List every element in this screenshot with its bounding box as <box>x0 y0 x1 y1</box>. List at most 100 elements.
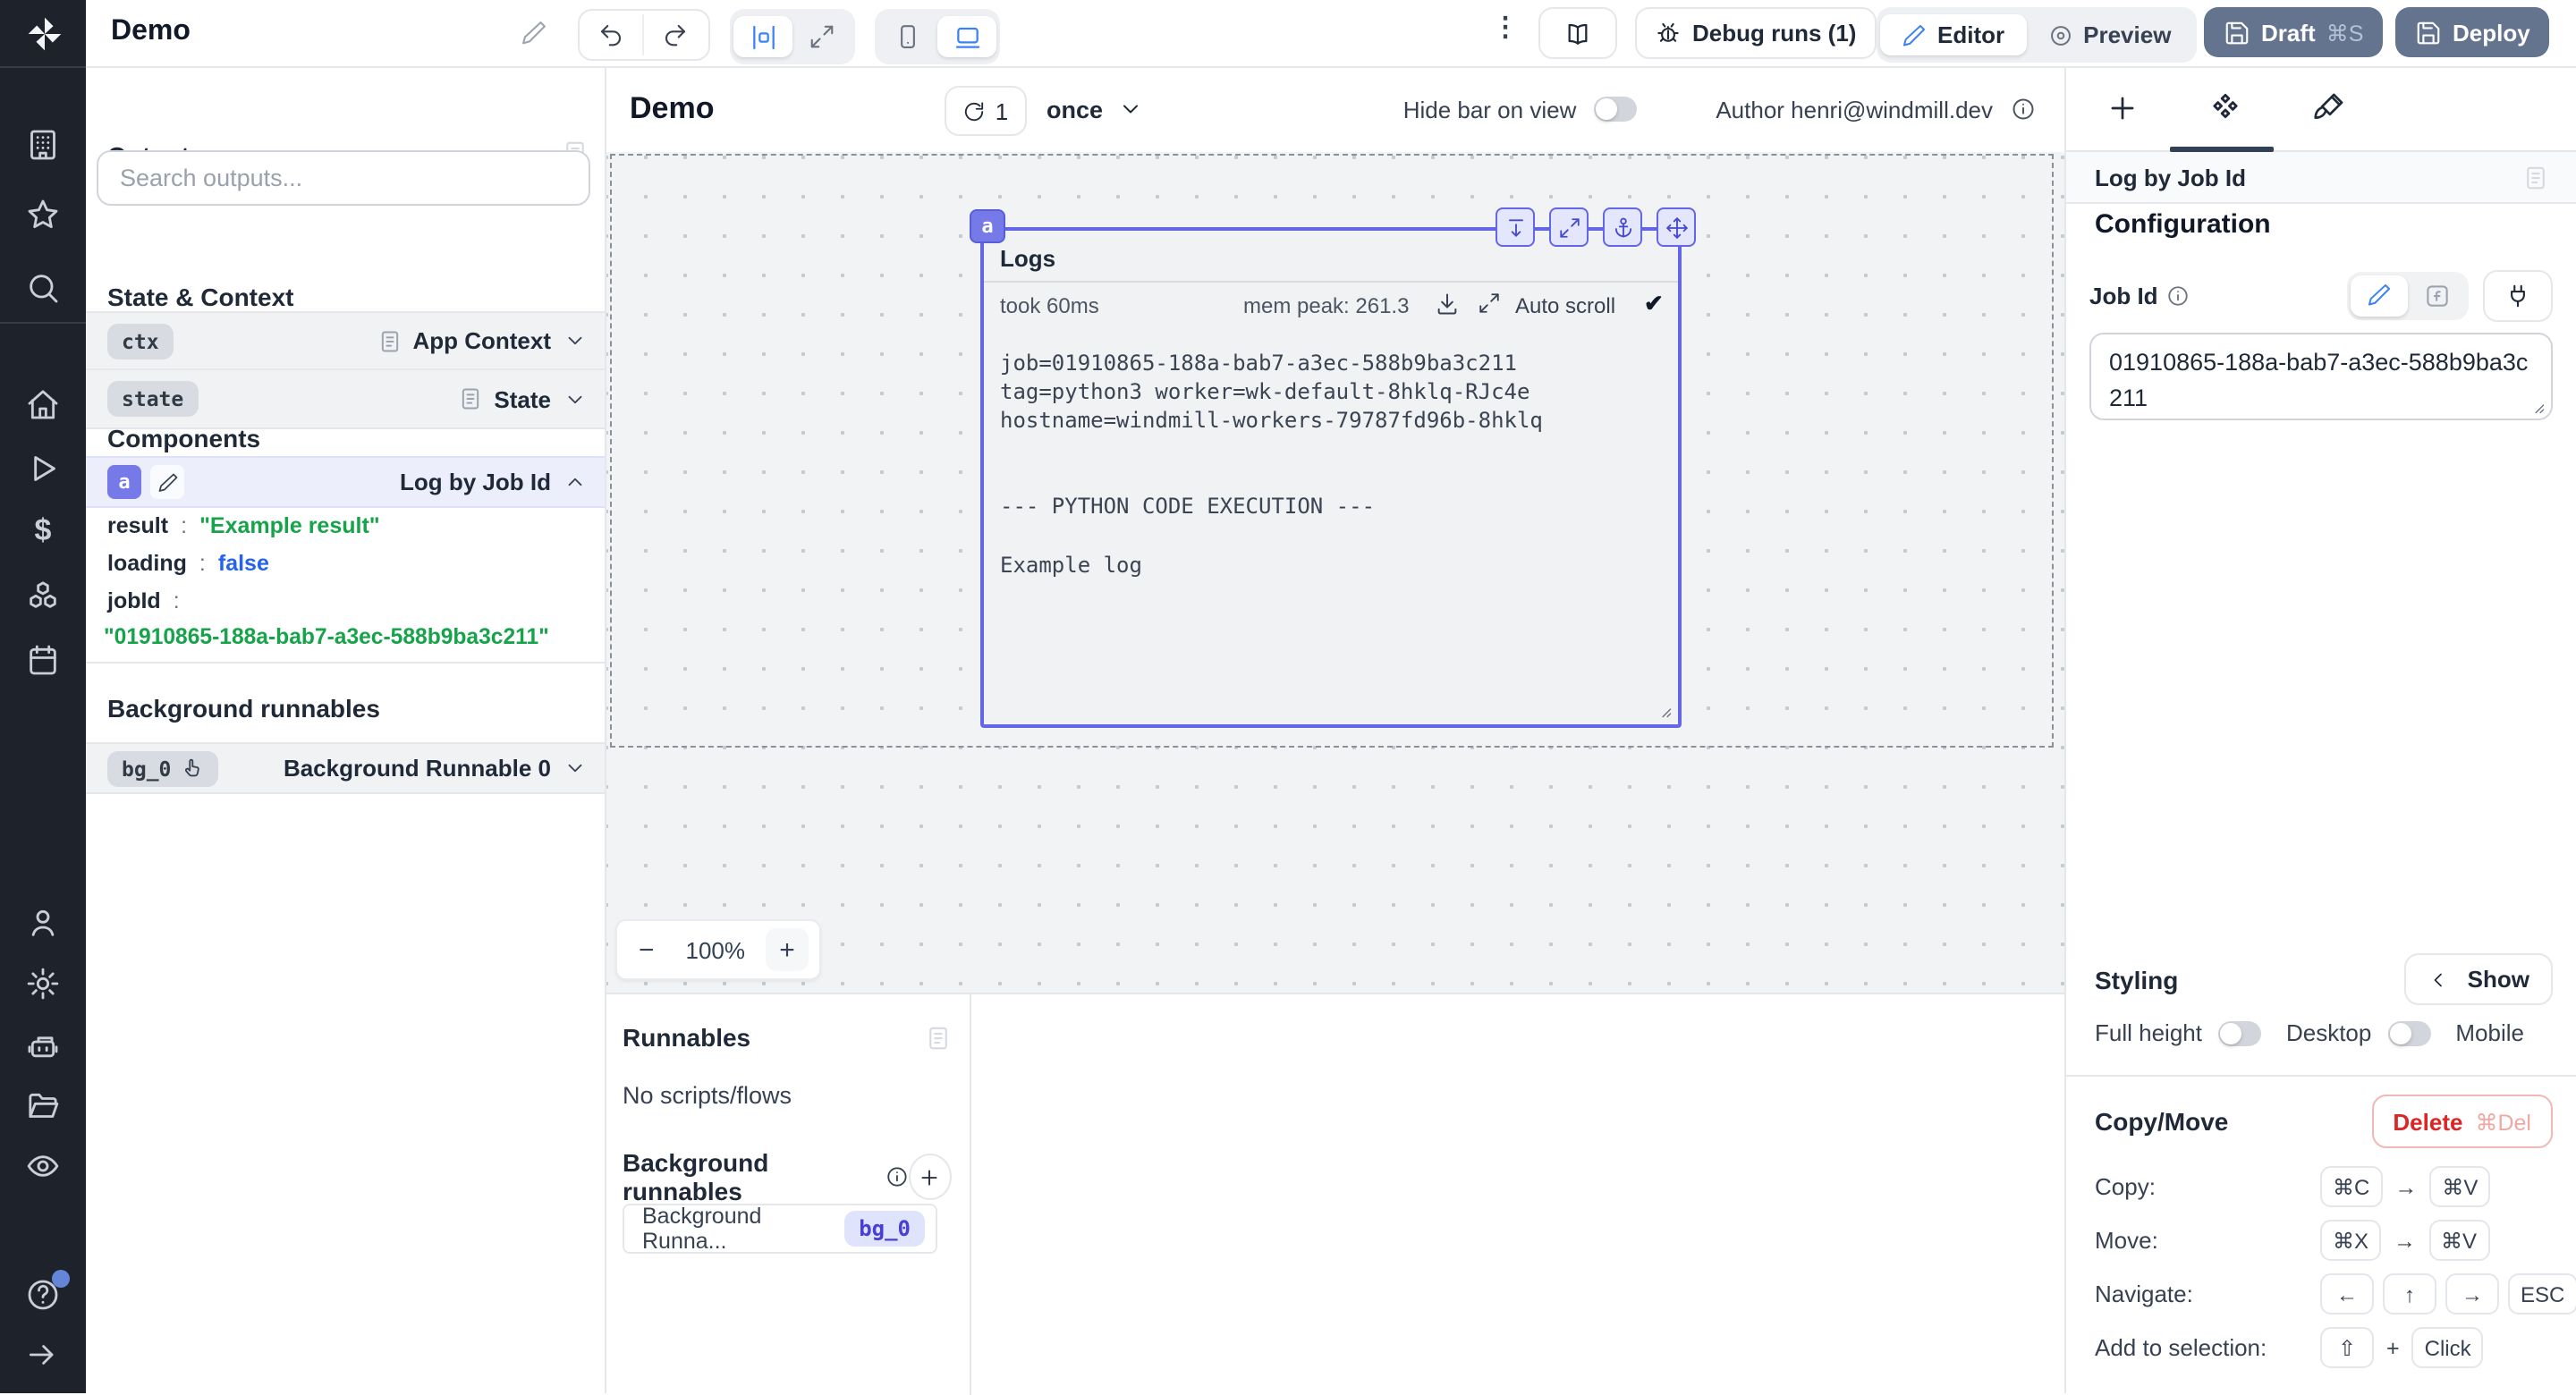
key-separator: → <box>2390 1228 2419 1253</box>
sidebar-item-workspace[interactable] <box>25 127 61 163</box>
draft-button[interactable]: Draft ⌘S <box>2204 7 2383 57</box>
sidebar-item-schedules[interactable] <box>25 642 61 678</box>
sidebar-item-users[interactable] <box>25 905 61 941</box>
refresh-button[interactable]: 1 <box>945 86 1027 136</box>
full-height-toggle[interactable] <box>2218 1020 2261 1045</box>
sidebar-item-audit-logs[interactable] <box>25 1148 61 1184</box>
search-outputs-input[interactable] <box>97 150 590 206</box>
mobile-view-button[interactable] <box>878 16 937 57</box>
value: "Example result" <box>199 513 380 538</box>
refresh-icon <box>963 99 987 123</box>
divider <box>984 281 1678 283</box>
download-logs-icon[interactable] <box>1435 292 1460 317</box>
divider <box>970 994 971 1395</box>
chevron-down-icon[interactable] <box>564 757 587 780</box>
colon: : <box>174 588 180 613</box>
refresh-count: 1 <box>996 97 1008 124</box>
output-loading[interactable]: loading : false <box>107 551 269 576</box>
info-icon[interactable] <box>886 1164 909 1189</box>
log-line <box>1000 464 1543 493</box>
tab-insert-component[interactable] <box>2106 91 2141 127</box>
refresh-mode-dropdown[interactable]: once <box>1046 86 1142 132</box>
background-runnable-item[interactable]: Background Runna... bg_0 <box>623 1204 937 1254</box>
docs-button[interactable] <box>1538 7 1617 59</box>
component-row-a[interactable]: a Log by Job Id <box>86 456 605 508</box>
chevron-down-icon[interactable] <box>564 329 587 352</box>
job-id-input[interactable]: 01910865-188a-bab7-a3ec-588b9ba3c211 <box>2089 333 2553 420</box>
tab-css-editor[interactable] <box>2311 91 2347 127</box>
help-button[interactable] <box>25 1277 61 1313</box>
sidebar-item-favorites[interactable] <box>25 197 61 232</box>
ctx-row[interactable]: ctx App Context <box>86 311 605 370</box>
expand-down-button[interactable] <box>1496 207 1535 247</box>
more-menu-button[interactable]: ⋮ <box>1492 11 1519 43</box>
doc-icon <box>458 386 483 411</box>
info-icon[interactable] <box>2011 97 2036 122</box>
sidebar-item-runs[interactable] <box>25 451 61 486</box>
editor-preview-toggle: Editor Preview <box>1877 7 2196 63</box>
log-lines: job=01910865-188a-bab7-a3ec-588b9ba3c211… <box>1000 349 1543 579</box>
fullscreen-layout-button[interactable] <box>792 16 852 57</box>
logs-component-title: Logs <box>1000 245 1055 272</box>
job-id-label: Job Id <box>2089 282 2158 309</box>
info-icon[interactable] <box>2167 283 2190 307</box>
zoom-in-button[interactable]: + <box>766 928 809 971</box>
show-styling-button[interactable]: Show <box>2405 953 2553 1005</box>
selected-component-badge[interactable]: a <box>970 209 1005 243</box>
background-runnables-title: Background runnables <box>107 694 380 723</box>
deploy-button[interactable]: Deploy <box>2395 7 2550 57</box>
move-component-button[interactable] <box>1657 207 1696 247</box>
static-input-button[interactable] <box>2351 275 2408 316</box>
output-jobid-value[interactable]: "01910865-188a-bab7-a3ec-588b9ba3c211" <box>104 624 549 649</box>
windmill-logo-icon[interactable] <box>25 14 61 50</box>
eval-input-button[interactable] <box>2408 275 2465 316</box>
doc-icon[interactable] <box>925 1024 952 1051</box>
auto-scroll-checkbox[interactable]: ✔ <box>1644 290 1664 318</box>
key: jobId <box>107 588 161 613</box>
sidebar-item-settings[interactable] <box>25 966 61 1002</box>
component-settings-panel: Log by Job Id Configuration Job Id 01910… <box>2064 66 2576 1393</box>
tab-component-settings[interactable] <box>2207 91 2243 127</box>
edit-title-pencil-icon[interactable] <box>521 20 547 46</box>
fullscreen-component-button[interactable] <box>1549 207 1589 247</box>
desktop-mobile-toggle[interactable] <box>2387 1020 2430 1045</box>
output-jobid[interactable]: jobId : <box>107 588 180 613</box>
desktop-view-button[interactable] <box>937 16 996 57</box>
sidebar-item-home[interactable] <box>25 386 61 422</box>
sidebar-item-folders[interactable] <box>25 1087 61 1123</box>
sidebar-item-workers[interactable] <box>25 1028 61 1064</box>
sidebar-item-variables[interactable]: $ <box>25 513 61 549</box>
logs-component[interactable]: Logs took 60ms mem peak: 261.3MB Auto sc… <box>980 227 1682 728</box>
tab-preview[interactable]: Preview <box>2026 14 2192 55</box>
app-canvas[interactable]: a Logs took 60ms mem peak: 261.3MB Auto … <box>605 152 2064 993</box>
debug-runs-button[interactable]: Debug runs (1) <box>1635 7 1876 59</box>
redo-button[interactable] <box>644 14 707 55</box>
anchor-component-button[interactable] <box>1603 207 1642 247</box>
rename-component-pencil-icon[interactable] <box>150 465 184 499</box>
output-result[interactable]: result : "Example result" <box>107 513 380 538</box>
resize-handle[interactable] <box>1655 701 1673 719</box>
add-background-runnable-button[interactable] <box>909 1154 952 1200</box>
expand-logs-icon[interactable] <box>1478 292 1501 315</box>
delete-component-button[interactable]: Delete ⌘Del <box>2371 1095 2553 1148</box>
doc-icon[interactable] <box>2522 164 2549 190</box>
settings-header-title: Log by Job Id <box>2095 164 2246 190</box>
key-separator: + <box>2383 1335 2403 1360</box>
expand-sidebar-button[interactable] <box>25 1338 61 1374</box>
state-row[interactable]: state State <box>86 370 605 429</box>
connect-input-button[interactable] <box>2483 269 2553 321</box>
zoom-out-button[interactable]: − <box>628 934 665 965</box>
copy-move-title: Copy/Move <box>2095 1107 2228 1136</box>
undo-button[interactable] <box>580 14 644 55</box>
tab-editor[interactable]: Editor <box>1880 14 2026 55</box>
centered-layout-button[interactable] <box>733 16 792 57</box>
resize-handle[interactable] <box>2528 397 2546 415</box>
chevron-up-icon[interactable] <box>564 470 587 494</box>
background-runnable-row[interactable]: bg_0 Background Runnable 0 <box>86 742 605 794</box>
top-toolbar: Demo ⋮ Debug runs (1) Editor <box>86 0 2576 68</box>
debug-runs-label: Debug runs (1) <box>1692 20 1856 46</box>
chevron-down-icon[interactable] <box>564 387 587 410</box>
sidebar-item-search[interactable] <box>25 270 61 306</box>
sidebar-item-resources[interactable] <box>25 578 61 613</box>
hide-bar-toggle[interactable] <box>1594 97 1637 122</box>
